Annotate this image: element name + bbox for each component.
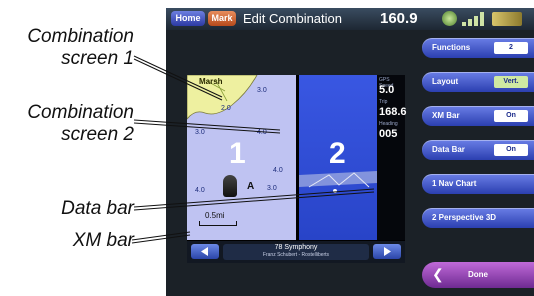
combination-preview: Marsh 3.0 2.0 3.0 4.0 4.0 4.0 3.0 1 A 0.…	[187, 75, 407, 263]
xm-previous-button[interactable]	[191, 244, 219, 259]
combination-screen-1[interactable]: Marsh 3.0 2.0 3.0 4.0 4.0 4.0 3.0 1 A 0.…	[187, 75, 296, 240]
data-field-value: 005	[379, 128, 398, 140]
callout-line: Combination	[27, 102, 134, 123]
mark-button[interactable]: Mark	[208, 11, 236, 26]
signal-icon	[462, 12, 486, 26]
back-arrow-icon: ❮	[432, 266, 444, 282]
done-button[interactable]: ❮ Done	[422, 262, 534, 288]
depth-label: 3.0	[267, 185, 277, 192]
depth-label: 3.0	[257, 87, 267, 94]
depth-label: 4.0	[257, 129, 267, 136]
data-bar: GPS Speed 5.0 Trip 168.6 Heading 005	[377, 75, 407, 240]
depth-label: 2.0	[221, 105, 231, 112]
speed-readout: 160.9	[380, 10, 418, 27]
perspective-3d-label: 2 Perspective 3D	[432, 213, 497, 222]
place-label: Marsh	[199, 77, 223, 86]
nav-marker: A	[247, 181, 255, 192]
home-button[interactable]: Home	[171, 11, 205, 26]
scale-bar	[199, 221, 237, 226]
boat-icon	[223, 175, 237, 197]
battery-icon	[492, 12, 522, 26]
top-bar: Home Mark Edit Combination 160.9	[166, 8, 534, 30]
layout-label: Layout	[432, 77, 459, 86]
arrow-left-icon	[201, 247, 208, 256]
layout-value: Vert.	[494, 76, 528, 88]
callout-data-bar: Data bar	[61, 198, 134, 219]
data-bar-label: Data Bar	[432, 145, 465, 154]
callout-line: screen 2	[61, 124, 134, 145]
xm-song-title: 78 Symphony	[274, 244, 318, 251]
page-title: Edit Combination	[243, 11, 342, 26]
data-bar-button[interactable]: Data Bar On	[422, 140, 534, 160]
layout-button[interactable]: Layout Vert.	[422, 72, 534, 92]
combination-screen-2[interactable]: 2	[299, 75, 377, 240]
depth-label: 4.0	[195, 187, 205, 194]
callout-combination-screen-1: Combination screen 1	[6, 26, 134, 70]
data-bar-value: On	[494, 144, 528, 156]
data-field-label: Heading	[379, 121, 398, 127]
depth-label: 4.0	[273, 167, 283, 174]
perspective-3d-button[interactable]: 2 Perspective 3D	[422, 208, 534, 228]
xm-bar-button[interactable]: XM Bar On	[422, 106, 534, 126]
data-field-label: Trip	[379, 99, 388, 105]
xm-bar: 78 Symphony Franz Schubert - Rostelliber…	[187, 241, 405, 263]
xm-now-playing: 78 Symphony Franz Schubert - Rostelliber…	[223, 244, 369, 260]
functions-label: Functions	[432, 43, 471, 52]
nav-chart-label: 1 Nav Chart	[432, 179, 477, 188]
xm-bar-label: XM Bar	[432, 111, 460, 120]
xm-bar-value: On	[494, 110, 528, 122]
nav-chart-button[interactable]: 1 Nav Chart	[422, 174, 534, 194]
pane-number: 2	[329, 137, 346, 170]
depth-label: 3.0	[195, 129, 205, 136]
xm-next-button[interactable]	[373, 244, 401, 259]
pane-number: 1	[229, 137, 246, 170]
scale-label: 0.5mi	[205, 211, 225, 220]
data-field-value: 5.0	[379, 84, 395, 96]
gps-icon	[442, 11, 457, 26]
functions-button[interactable]: Functions 2	[422, 38, 534, 58]
callout-line: Combination	[27, 26, 134, 47]
device-screen: Home Mark Edit Combination 160.9 Marsh 3…	[166, 8, 534, 296]
xm-artist: Franz Schubert - Rostelliberts	[262, 252, 330, 258]
callout-line: screen 1	[61, 48, 134, 69]
arrow-right-icon	[384, 247, 391, 256]
data-field-value: 168.6	[379, 106, 407, 118]
callout-combination-screen-2: Combination screen 2	[6, 102, 134, 146]
callout-xm-bar: XM bar	[72, 230, 134, 251]
done-label: Done	[468, 270, 488, 279]
functions-value: 2	[494, 42, 528, 54]
